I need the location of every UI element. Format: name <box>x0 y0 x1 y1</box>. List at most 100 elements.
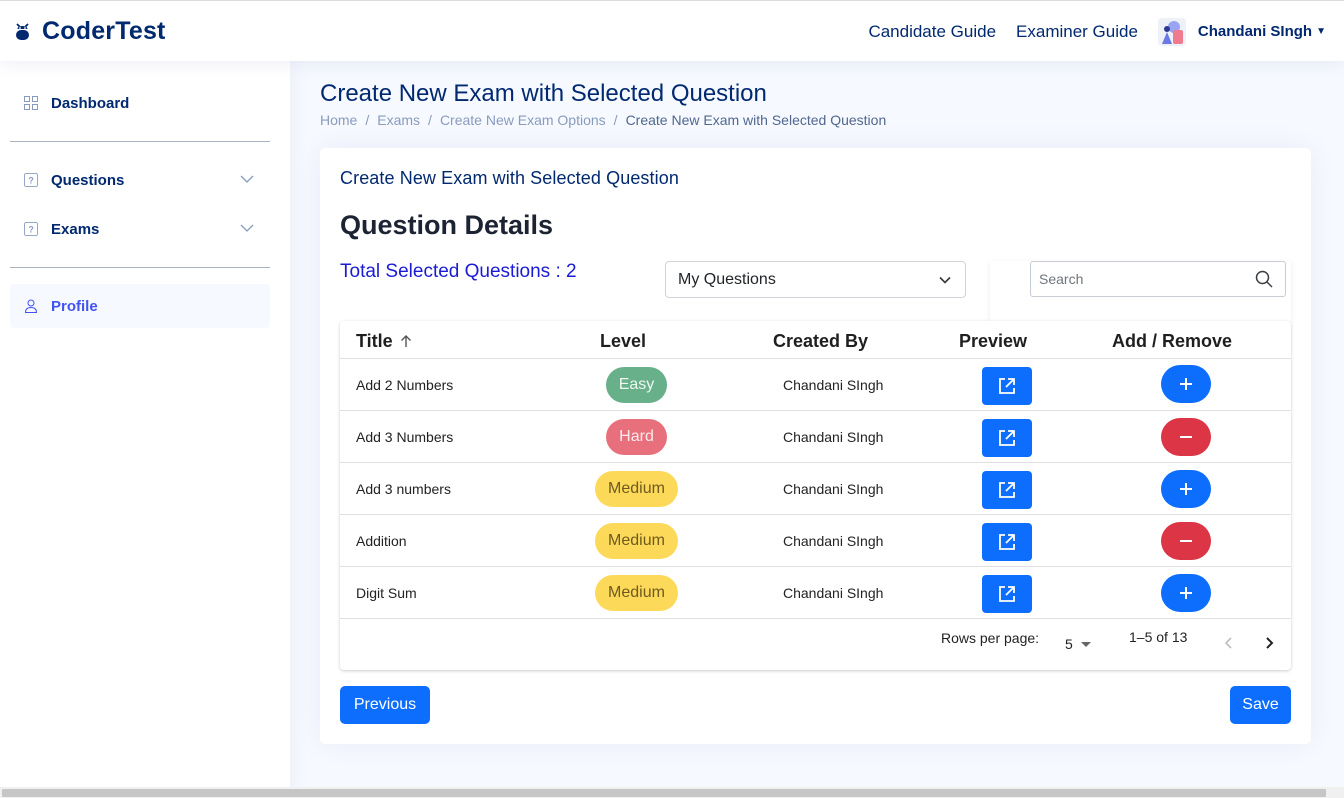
preview-button[interactable] <box>982 419 1032 457</box>
bug-icon <box>16 23 29 40</box>
minus-icon <box>1180 540 1192 542</box>
question-square-icon: ? <box>24 173 38 187</box>
remove-question-button[interactable] <box>1161 418 1211 456</box>
logo[interactable]: CoderTest <box>14 17 166 46</box>
card-title: Create New Exam with Selected Question <box>340 168 679 188</box>
exam-card: Create New Exam with Selected Question Q… <box>320 148 1311 744</box>
select-value: My Questions <box>678 270 776 288</box>
svg-text:?: ? <box>28 176 33 186</box>
sidebar-item-label: Profile <box>51 297 98 315</box>
minus-icon <box>1180 436 1192 438</box>
breadcrumb-separator: / <box>365 112 370 128</box>
page-title: Create New Exam with Selected Question <box>320 80 767 107</box>
logo-text: CoderTest <box>42 16 166 45</box>
avatar[interactable] <box>1157 17 1186 46</box>
table-header-row: Title Level Created By Preview Add / Rem… <box>340 321 1291 359</box>
question-square-icon: ? <box>24 222 38 236</box>
questions-table: Title Level Created By Preview Add / Rem… <box>340 321 1291 670</box>
sidebar-item-label: Questions <box>51 171 125 189</box>
level-badge: Medium <box>595 471 678 507</box>
level-badge: Medium <box>595 575 678 611</box>
plus-icon <box>1180 587 1192 599</box>
column-header-title[interactable]: Title <box>356 331 413 352</box>
question-title: Addition <box>356 533 407 549</box>
breadcrumb-home[interactable]: Home <box>320 112 357 128</box>
preview-button[interactable] <box>982 523 1032 561</box>
question-filter-select[interactable]: My Questions <box>665 261 966 298</box>
chevron-down-icon[interactable] <box>240 172 254 186</box>
add-question-button[interactable] <box>1161 365 1211 403</box>
chevron-down-icon <box>939 276 951 284</box>
external-link-icon <box>999 586 1015 602</box>
created-by: Chandani SIngh <box>783 533 884 549</box>
breadcrumb: Home / Exams / Create New Exam Options /… <box>320 112 886 128</box>
table-row: Add 3 Numbers Hard Chandani SIngh <box>340 411 1291 463</box>
user-name[interactable]: Chandani SIngh <box>1198 23 1312 40</box>
add-question-button[interactable] <box>1161 470 1211 508</box>
caret-down-icon[interactable]: ▼ <box>1316 26 1326 37</box>
created-by: Chandani SIngh <box>783 481 884 497</box>
breadcrumb-create-options[interactable]: Create New Exam Options <box>440 112 606 128</box>
breadcrumb-separator: / <box>428 112 432 128</box>
breadcrumb-current: Create New Exam with Selected Question <box>625 112 887 128</box>
created-by: Chandani SIngh <box>783 377 884 393</box>
rows-per-page-select[interactable]: 5 <box>1065 636 1091 652</box>
table-row: Add 3 numbers Medium Chandani SIngh <box>340 463 1291 515</box>
external-link-icon <box>999 534 1015 550</box>
plus-icon <box>1180 378 1192 390</box>
question-title: Add 3 Numbers <box>356 429 454 445</box>
sidebar-item-label: Exams <box>51 220 100 238</box>
breadcrumb-separator: / <box>613 112 618 128</box>
examiner-guide-link[interactable]: Examiner Guide <box>1016 22 1138 42</box>
chevron-down-icon[interactable] <box>240 221 254 235</box>
created-by: Chandani SIngh <box>783 585 884 601</box>
remove-question-button[interactable] <box>1161 522 1211 560</box>
breadcrumb-exams[interactable]: Exams <box>377 112 420 128</box>
column-header-created-by: Created By <box>773 331 869 351</box>
section-title: Question Details <box>340 210 554 240</box>
plus-icon <box>1180 483 1192 495</box>
table-row: Add 2 Numbers Easy Chandani SIngh <box>340 359 1291 411</box>
chevron-right-icon[interactable] <box>1260 634 1278 652</box>
sidebar-item-label: Dashboard <box>51 94 130 112</box>
total-selected-count: Total Selected Questions : 2 <box>340 261 577 282</box>
preview-button[interactable] <box>982 575 1032 613</box>
arrow-up-icon[interactable] <box>399 334 413 348</box>
scrollbar-thumb[interactable] <box>2 789 1326 797</box>
level-badge: Easy <box>606 367 667 403</box>
table-row: Addition Medium Chandani SIngh <box>340 515 1291 567</box>
candidate-guide-link[interactable]: Candidate Guide <box>868 22 996 42</box>
sidebar: Dashboard ? Questions ? Exams Profile <box>0 61 290 798</box>
sidebar-item-exams[interactable]: ? Exams <box>10 207 270 251</box>
search-icon[interactable] <box>1255 270 1273 288</box>
preview-button[interactable] <box>982 471 1032 509</box>
question-title: Add 3 numbers <box>356 481 451 497</box>
sidebar-item-dashboard[interactable]: Dashboard <box>10 81 270 125</box>
caret-down-icon <box>1080 641 1091 647</box>
person-icon <box>24 299 38 313</box>
question-title: Digit Sum <box>356 585 417 601</box>
table-pagination: Rows per page: 5 1–5 of 13 <box>340 618 1291 670</box>
previous-button[interactable]: Previous <box>340 686 430 724</box>
add-question-button[interactable] <box>1161 574 1211 612</box>
search-input[interactable] <box>1030 261 1286 297</box>
external-link-icon <box>999 430 1015 446</box>
external-link-icon <box>999 378 1015 394</box>
search-container <box>990 261 1291 321</box>
sidebar-item-profile[interactable]: Profile <box>10 284 270 328</box>
pagination-range: 1–5 of 13 <box>1129 629 1188 645</box>
column-header-add-remove: Add / Remove <box>1112 331 1233 351</box>
top-header: CoderTest Candidate Guide Examiner Guide… <box>0 0 1344 61</box>
sidebar-item-questions[interactable]: ? Questions <box>10 158 270 202</box>
created-by: Chandani SIngh <box>783 429 884 445</box>
rows-per-page-label: Rows per page: <box>941 630 1040 646</box>
save-button[interactable]: Save <box>1230 686 1291 724</box>
chevron-left-icon[interactable] <box>1220 634 1238 652</box>
grid-icon <box>24 96 38 110</box>
horizontal-scrollbar[interactable] <box>0 787 1344 798</box>
column-header-preview: Preview <box>959 331 1028 351</box>
column-header-level: Level <box>600 331 647 351</box>
external-link-icon <box>999 482 1015 498</box>
preview-button[interactable] <box>982 367 1032 405</box>
table-row: Digit Sum Medium Chandani SIngh <box>340 567 1291 619</box>
